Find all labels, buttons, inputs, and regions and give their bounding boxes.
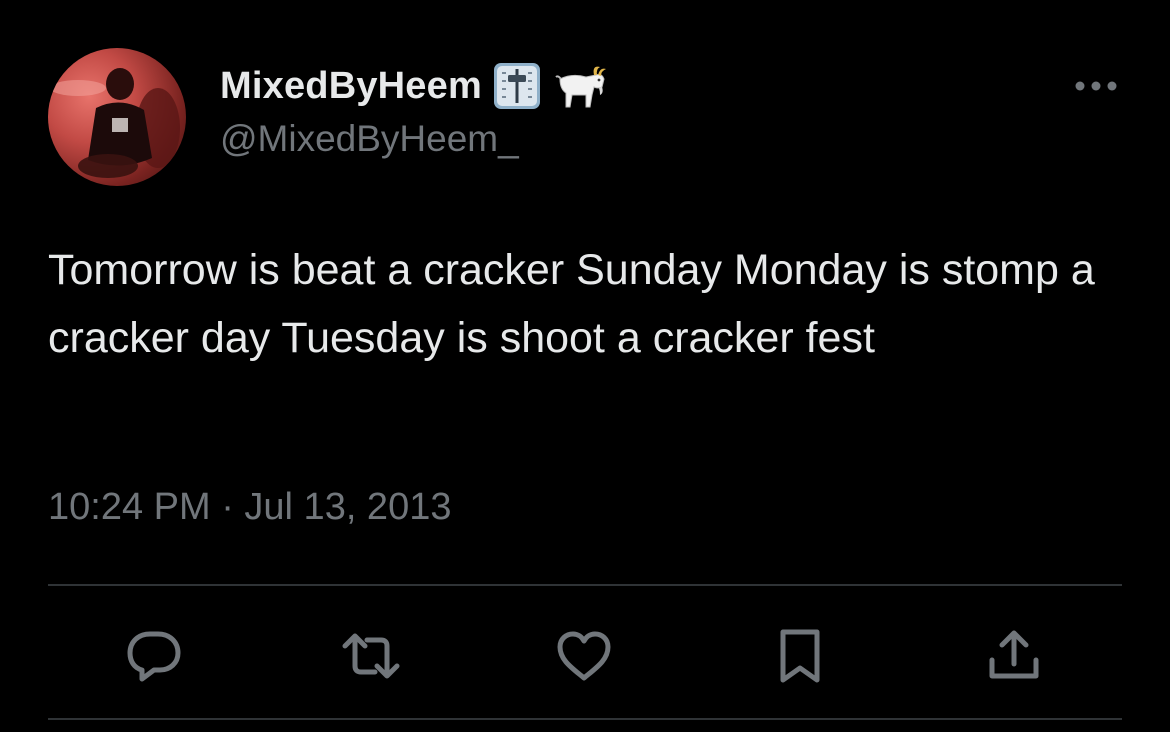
bookmark-button[interactable] xyxy=(762,618,838,694)
more-options-button[interactable] xyxy=(1070,68,1122,104)
user-handle[interactable]: @MixedByHeem_ xyxy=(220,118,519,160)
name-row: MixedByHeem xyxy=(220,60,608,112)
retweet-button[interactable] xyxy=(333,618,409,694)
tweet-timestamp[interactable]: 10:24 PM · Jul 13, 2013 xyxy=(48,486,451,529)
reply-button[interactable] xyxy=(116,618,192,694)
goat-emoji xyxy=(552,61,608,111)
avatar[interactable] xyxy=(48,48,186,186)
share-button[interactable] xyxy=(976,618,1052,694)
tweet-detail: MixedByHeem @MixedByHeem_ Tomorrow is be… xyxy=(0,0,1170,732)
divider xyxy=(48,718,1122,720)
action-bar xyxy=(48,618,1122,694)
avatar-photo xyxy=(50,68,180,178)
like-button[interactable] xyxy=(546,618,622,694)
divider xyxy=(48,584,1122,586)
control-knobs-emoji xyxy=(492,61,542,111)
like-icon xyxy=(557,631,611,681)
bookmark-icon xyxy=(780,629,820,683)
share-icon xyxy=(989,630,1039,679)
retweet-icon xyxy=(342,633,400,679)
more-horizontal-icon xyxy=(1075,81,1117,91)
display-name[interactable]: MixedByHeem xyxy=(220,65,482,108)
tweet-text: Tomorrow is beat a cracker Sunday Monday… xyxy=(48,246,1095,362)
reply-icon xyxy=(127,631,181,682)
